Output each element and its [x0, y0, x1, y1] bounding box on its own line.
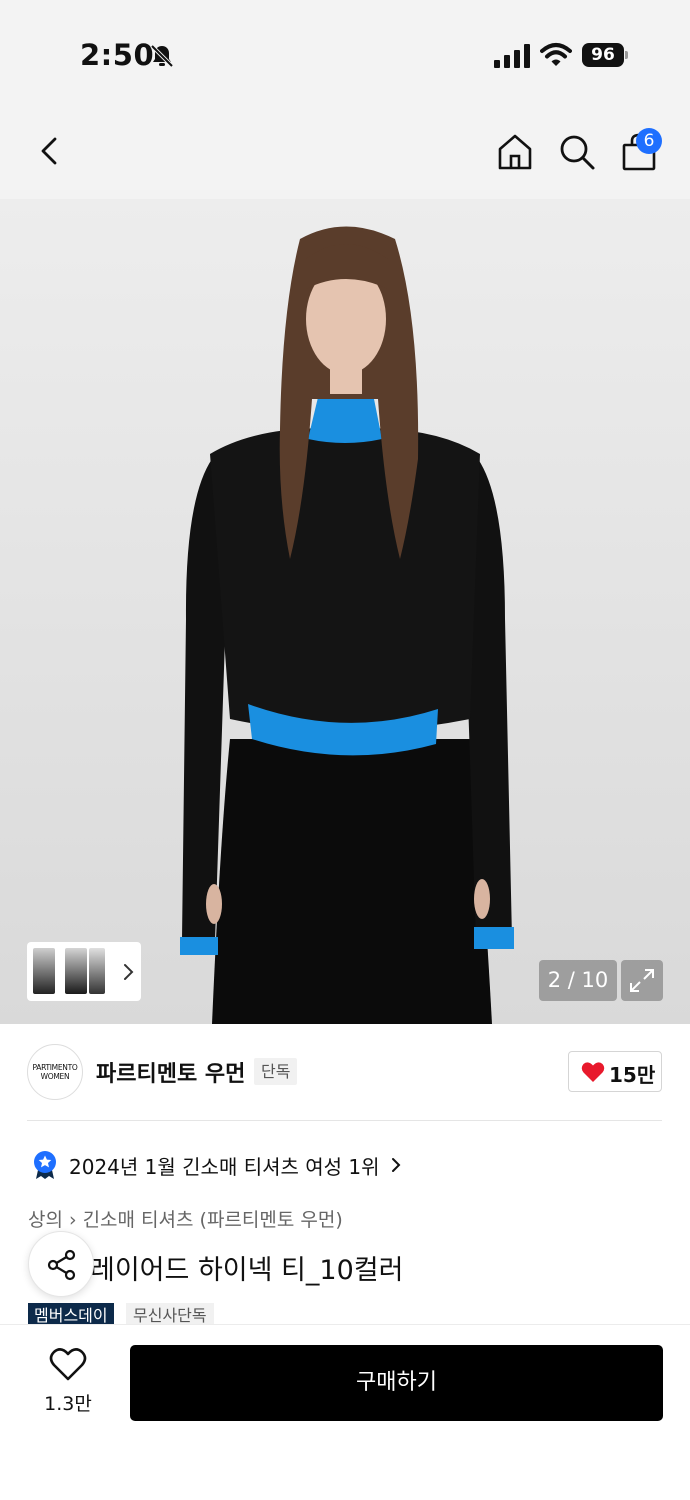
brand-name[interactable]: 파르티멘토 우먼 [96, 1056, 245, 1088]
thumbnail-image[interactable] [65, 948, 87, 994]
breadcrumb-subcategory[interactable]: 긴소매 티셔츠 (파르티멘토 우먼) [83, 1209, 343, 1231]
thumbnail-image[interactable] [33, 948, 55, 994]
thumbnail-image[interactable] [89, 948, 105, 994]
status-bar: 2:50 96 [0, 0, 690, 105]
brand-logo-line1: PARTIMENTO [32, 1063, 78, 1072]
heart-filled-icon [581, 1062, 605, 1082]
heart-outline-icon[interactable] [48, 1347, 88, 1383]
wifi-icon [540, 43, 572, 66]
breadcrumb: 상의 › 긴소매 티셔츠 (파르티멘토 우먼) [28, 1205, 343, 1232]
battery-indicator: 96 [582, 43, 628, 67]
share-button[interactable] [28, 1231, 94, 1297]
cart-count-badge: 6 [636, 128, 662, 154]
share-icon [47, 1249, 76, 1281]
back-arrow-icon[interactable] [30, 131, 70, 171]
product-image[interactable] [0, 199, 690, 1024]
status-time: 2:50 [80, 38, 155, 72]
chevron-right-icon[interactable] [388, 1156, 404, 1174]
brand-logo[interactable]: PARTIMENTO WOMEN [27, 1044, 83, 1100]
exclusive-tag: 단독 [254, 1058, 298, 1085]
brand-like-count: 15만 [609, 1063, 656, 1087]
battery-level: 96 [582, 43, 624, 67]
ranking-text[interactable]: 2024년 1월 긴소매 티셔츠 여성 1위 [69, 1151, 380, 1180]
battery-tip [625, 51, 628, 59]
product-title: 레이어드 하이넥 티_10컬러 [90, 1255, 404, 1286]
expand-icon [630, 969, 654, 992]
home-icon[interactable] [494, 131, 536, 173]
expand-image-button[interactable] [621, 960, 663, 1001]
brand-logo-line2: WOMEN [40, 1072, 70, 1081]
divider [27, 1120, 662, 1121]
ranking-badge-icon [34, 1151, 56, 1179]
brand-like-button[interactable]: 15만 [568, 1051, 662, 1092]
brand-logo-text: PARTIMENTO WOMEN [28, 1063, 82, 1081]
cellular-signal-icon [494, 44, 530, 68]
breadcrumb-category[interactable]: 상의 [28, 1209, 63, 1231]
breadcrumb-separator-icon: › [68, 1209, 77, 1231]
bell-off-icon [150, 44, 174, 68]
buy-button[interactable]: 구매하기 [130, 1345, 663, 1421]
top-nav-bar [0, 105, 690, 199]
model-photo [0, 199, 690, 1024]
image-page-indicator: 2 / 10 [539, 960, 617, 1001]
chevron-right-icon[interactable] [120, 962, 136, 982]
wish-count: 1.3만 [44, 1393, 92, 1415]
search-icon[interactable] [556, 131, 598, 173]
